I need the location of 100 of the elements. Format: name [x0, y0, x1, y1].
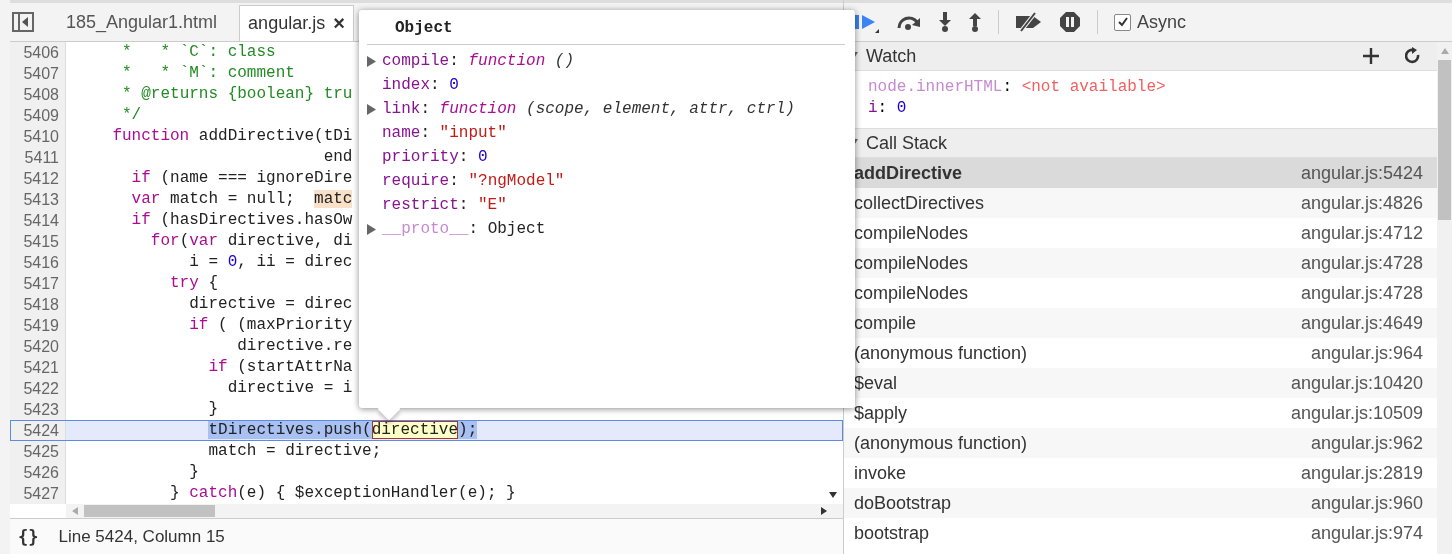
cursor-position: Line 5424, Column 15: [58, 526, 225, 547]
step-over-icon[interactable]: [896, 14, 922, 30]
section-title: Call Stack: [866, 132, 948, 154]
line-number: 5421: [10, 357, 66, 378]
pause-icon[interactable]: [1059, 11, 1081, 33]
code-number: 0: [227, 253, 238, 271]
line-number: 5413: [10, 189, 66, 210]
code-text: i =: [189, 253, 220, 271]
line-number: 5419: [10, 315, 66, 336]
code-comment: * * `C`: class: [122, 43, 276, 61]
line-number: 5420: [10, 336, 66, 357]
property-entry: require: "?ngModel": [382, 172, 565, 190]
line-number: 5417: [10, 273, 66, 294]
code-comment: * @returns {boolean} tru: [122, 85, 353, 103]
line-number: 5411: [10, 147, 66, 168]
refresh-icon[interactable]: [1405, 47, 1421, 65]
function-name: bootstrap: [854, 522, 930, 544]
line-number: 5423: [10, 399, 66, 420]
source-location: angular.js:962: [1310, 432, 1423, 454]
function-name: addDirective: [854, 162, 963, 184]
line-number: 5418: [10, 294, 66, 315]
async-checkbox[interactable]: [1114, 13, 1131, 31]
line-number: 5415: [10, 231, 66, 252]
code-keyword: catch: [189, 484, 238, 502]
source-location: angular.js:5424: [1300, 162, 1423, 184]
file-tab[interactable]: 185_Angular1.html: [50, 3, 234, 41]
code-text: (startAttrNa: [237, 358, 353, 376]
code-comment: * * `M`: comment: [122, 64, 295, 82]
line-number: 5407: [10, 63, 66, 84]
horizontal-scrollbar[interactable]: [66, 504, 843, 518]
source-location: angular.js:4728: [1300, 282, 1423, 304]
code-text: directive = direc: [189, 295, 353, 313]
property-entry: compile: function (): [382, 52, 575, 70]
code-text: match = directive;: [208, 442, 382, 460]
expand-triangle-icon[interactable]: [367, 55, 376, 67]
scroll-right-icon[interactable]: [821, 507, 827, 515]
code-text: addDirective(tDi: [198, 127, 353, 145]
line-number: 5412: [10, 168, 66, 189]
source-location: angular.js:10509: [1290, 402, 1423, 424]
code-text: match = null;: [170, 190, 296, 208]
source-location: angular.js:964: [1310, 342, 1423, 364]
function-name: compileNodes: [854, 282, 969, 304]
function-name: doBootstrap: [854, 492, 952, 514]
source-location: angular.js:960: [1310, 492, 1423, 514]
line-number: 5416: [10, 252, 66, 273]
code-text: }: [189, 463, 199, 481]
code-keyword: try: [170, 274, 199, 292]
code-keyword: if: [131, 211, 151, 229]
step-into-icon[interactable]: [938, 12, 952, 32]
close-icon[interactable]: ×: [333, 12, 345, 35]
call-frame[interactable]: $apply angular.js:10509: [844, 398, 1437, 428]
property-entry: restrict: "E": [382, 196, 507, 214]
property-entry: priority: 0: [382, 148, 488, 166]
scrollbar-thumb[interactable]: [84, 505, 215, 517]
code-text: {: [208, 274, 219, 292]
code-keyword: if: [189, 316, 209, 334]
property-entry: link: function (scope, element, attr, ctrl): [382, 100, 795, 118]
code-text: (name === ignoreDire: [160, 169, 353, 187]
step-out-icon[interactable]: [968, 12, 982, 32]
function-name: (anonymous function): [854, 342, 1028, 364]
expand-triangle-icon[interactable]: [367, 223, 376, 235]
section-title: Watch: [866, 45, 917, 67]
function-name: $eval: [854, 372, 898, 394]
function-name: compileNodes: [854, 222, 969, 244]
source-location: angular.js:2819: [1300, 462, 1423, 484]
expand-triangle-icon[interactable]: [367, 103, 376, 115]
call-frame[interactable]: doBootstrap angular.js:960: [844, 488, 1437, 518]
sidebar-toggle-icon[interactable]: [12, 12, 34, 32]
vertical-scrollbar[interactable]: [1437, 42, 1452, 554]
line-number: 5427: [10, 483, 66, 504]
line-number: 5426: [10, 462, 66, 483]
selected-code: tDirectives.push(: [208, 421, 372, 439]
highlighted-text: matc: [314, 190, 353, 208]
format-button[interactable]: {}: [18, 526, 39, 547]
call-frame[interactable]: invoke angular.js:2819: [844, 458, 1437, 488]
watch-expression: node.innerHTML: <not available>: [868, 77, 1167, 98]
function-name: collectDirectives: [854, 192, 985, 214]
selected-code: );: [458, 421, 478, 439]
function-name: compile: [854, 312, 917, 334]
function-name: $apply: [854, 402, 908, 424]
code-text: (e) { $exceptionHandler(e); }: [237, 484, 516, 502]
scroll-down-icon[interactable]: [829, 492, 837, 498]
code-keyword: if: [208, 358, 228, 376]
async-label: Async: [1137, 11, 1187, 33]
source-location: angular.js:4649: [1300, 312, 1423, 334]
code-keyword: function: [112, 127, 190, 145]
code-text: directive = i: [227, 379, 353, 397]
popover-title: Object: [367, 16, 845, 45]
code-keyword: var: [131, 190, 161, 208]
code-text: (: [179, 232, 190, 250]
line-number: 5410: [10, 126, 66, 147]
breakpoint-slash-icon[interactable]: [1015, 12, 1043, 32]
line-number: 5408: [10, 84, 66, 105]
code-text: ( (maxPriority: [218, 316, 353, 334]
code-text: }: [208, 400, 219, 418]
call-frame[interactable]: (anonymous function) angular.js:962: [844, 428, 1437, 458]
file-tab[interactable]: angular.js ×: [239, 5, 354, 41]
add-icon[interactable]: [1363, 48, 1379, 64]
call-frame[interactable]: bootstrap angular.js:974: [844, 518, 1437, 548]
scrollbar-thumb[interactable]: [1438, 60, 1451, 220]
